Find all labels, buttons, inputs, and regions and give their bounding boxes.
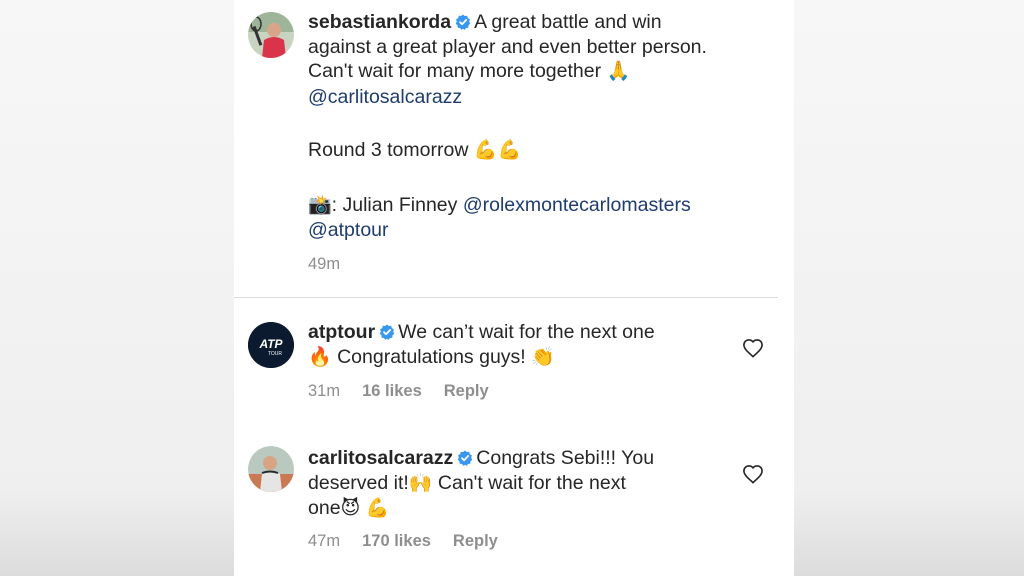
reply-button[interactable]: Reply (453, 532, 498, 550)
post-timestamp[interactable]: 49m (308, 255, 340, 273)
comment-username[interactable]: atptour (308, 321, 375, 343)
verified-badge-icon (455, 14, 471, 30)
divider (234, 297, 778, 298)
reply-button[interactable]: Reply (444, 382, 489, 400)
clap-emoji-icon: 👏 (531, 346, 555, 368)
mention-rolexmontecarlomasters[interactable]: @rolexmontecarlomasters (463, 194, 691, 216)
comment-line-1: Congrats Sebi!!! You (476, 447, 655, 469)
like-heart-icon[interactable] (742, 338, 764, 358)
avatar-sebastiankorda[interactable] (248, 12, 294, 58)
comment-line-1: We can’t wait for the next one (398, 321, 655, 343)
atp-logo-text: ATP (258, 337, 283, 351)
camera-emoji-icon: 📸 (308, 194, 332, 216)
comment-likes[interactable]: 16 likes (362, 382, 422, 400)
post-line-2: against a great player and even better p… (308, 35, 707, 58)
comment-meta: 31m 16 likes Reply (308, 382, 511, 401)
comment-meta: 47m 170 likes Reply (308, 532, 520, 551)
photo-credit: : Julian Finney (331, 193, 458, 216)
mention-carlitosalcarazz[interactable]: @carlitosalcarazz (308, 85, 707, 110)
avatar-carlitosalcarazz[interactable] (248, 446, 294, 492)
raising-hands-emoji-icon: 🙌 (408, 472, 433, 494)
muscle-emoji-icon: 💪 (365, 498, 390, 519)
mention-atptour[interactable]: @atptour (308, 218, 707, 243)
left-backdrop (0, 0, 234, 576)
devil-emoji-icon: 😈 (340, 498, 361, 519)
comments-panel: sebastiankorda A great battle and win aga… (234, 0, 794, 576)
verified-badge-icon (379, 324, 395, 340)
comment-timestamp[interactable]: 31m (308, 382, 340, 400)
comment-line-2b: Can't wait for the next (437, 471, 626, 494)
avatar-atptour[interactable]: ATP TOUR (248, 322, 294, 368)
comment-line-3: one (308, 497, 341, 519)
pray-emoji-icon: 🙏 (606, 61, 631, 82)
comment-likes[interactable]: 170 likes (362, 532, 431, 550)
comment-atptour: atptour We can’t wait for the next one 🔥 … (308, 320, 655, 370)
post-caption: sebastiankorda A great battle and win aga… (308, 10, 707, 243)
fire-emoji-icon: 🔥 (308, 346, 332, 368)
comment-carlitosalcarazz: carlitosalcarazz Congrats Sebi!!! You des… (308, 446, 654, 522)
comment-username[interactable]: carlitosalcarazz (308, 447, 453, 469)
post-meta: 49m (308, 255, 362, 274)
comment-line-2a: deserved it! (308, 471, 409, 494)
atp-logo-subtext: TOUR (268, 351, 282, 357)
comment-line-2: Congratulations guys! (337, 345, 526, 368)
muscle-emoji-icon: 💪💪 (473, 140, 522, 161)
verified-badge-icon (457, 450, 473, 466)
like-heart-icon[interactable] (742, 464, 764, 484)
post-line-3: Can't wait for many more together (308, 60, 602, 82)
post-username[interactable]: sebastiankorda (308, 11, 451, 33)
post-line-1: A great battle and win (474, 11, 662, 33)
right-backdrop (794, 0, 1024, 576)
comment-timestamp[interactable]: 47m (308, 532, 340, 550)
post-round-text: Round 3 tomorrow (308, 139, 469, 161)
